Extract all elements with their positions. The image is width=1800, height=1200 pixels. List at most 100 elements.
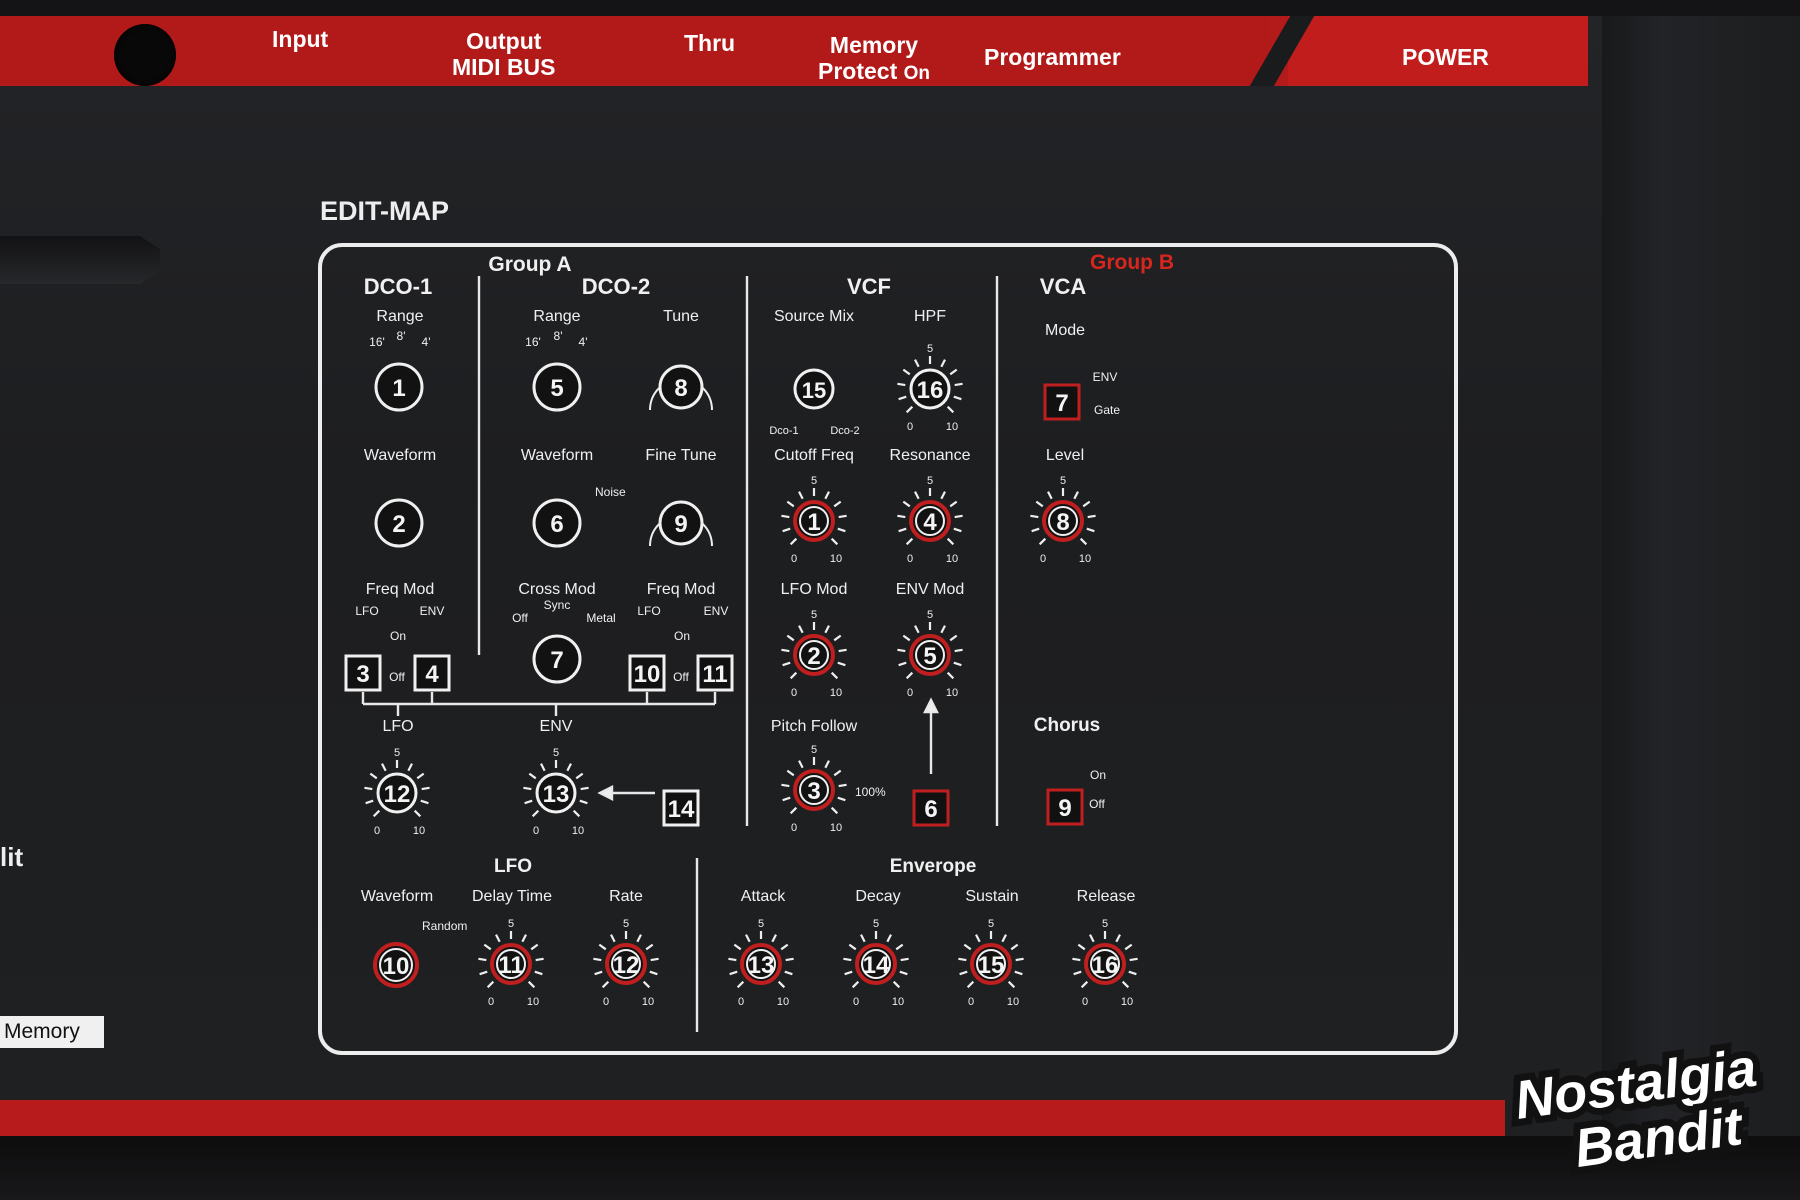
dco2-cross-mod-knob[interactable]: 7 xyxy=(532,634,582,684)
group-b-label: Group B xyxy=(1090,251,1174,274)
panel-label: On xyxy=(390,629,406,643)
knob-number: 15 xyxy=(978,952,1005,979)
lfo-delay-knob[interactable]: 5 0 10 11 xyxy=(478,918,544,1008)
scale-label: 0 xyxy=(533,825,539,837)
panel-label: Release xyxy=(1077,888,1136,905)
panel-label: Rate xyxy=(609,888,643,905)
vcf-source-mix-knob[interactable]: 15 xyxy=(793,368,835,410)
scale-label: 5 xyxy=(1102,918,1108,930)
knob-number: 3 xyxy=(807,778,820,805)
vcf-env-mod-knob[interactable]: 5 0 10 5 xyxy=(897,609,963,699)
knob-number: 16 xyxy=(917,377,944,404)
scale-label: 0 xyxy=(791,687,797,699)
panel-label: ENV xyxy=(420,604,445,618)
dco2-env-button[interactable]: 11 xyxy=(696,654,734,692)
lfo-title: LFO xyxy=(494,856,532,877)
scale-label: 0 xyxy=(488,996,494,1008)
lfo-mod-source-knob[interactable]: 5 0 10 12 xyxy=(364,747,430,837)
dco1-lfo-button[interactable]: 3 xyxy=(344,654,382,692)
env-release-knob[interactable]: 5 0 10 16 xyxy=(1072,918,1138,1008)
chorus-button[interactable]: 9 xyxy=(1046,788,1084,826)
env-decay-knob[interactable]: 5 0 10 14 xyxy=(843,918,909,1008)
scale-label: 0 xyxy=(907,687,913,699)
vca-title: VCA xyxy=(1040,274,1087,299)
knob-number: 1 xyxy=(807,509,820,536)
knob-number: 13 xyxy=(748,952,775,979)
env-polarity-button[interactable]: 14 xyxy=(662,789,700,827)
scale-label: 0 xyxy=(791,553,797,565)
scale-label: 0 xyxy=(968,996,974,1008)
panel-label: 4' xyxy=(579,335,588,349)
panel-label: LFO Mod xyxy=(781,581,848,598)
scale-label: 0 xyxy=(374,825,380,837)
scale-label: 10 xyxy=(946,687,958,699)
panel-label: Off xyxy=(673,670,689,684)
nostalgia-bandit-logo: Nostalgia Bandit xyxy=(1504,1040,1767,1186)
panel-label: Noise xyxy=(595,485,626,499)
scale-label: 0 xyxy=(603,996,609,1008)
button-number: 11 xyxy=(702,661,727,688)
knob-number: 2 xyxy=(807,643,820,670)
panel-label: Gate xyxy=(1094,403,1120,417)
scale-label: 10 xyxy=(830,553,842,565)
dco1-range-knob[interactable]: 1 xyxy=(374,362,424,412)
scale-label: 10 xyxy=(946,553,958,565)
scale-label: 10 xyxy=(946,421,958,433)
knob-number: 12 xyxy=(613,952,640,979)
dco2-lfo-button[interactable]: 10 xyxy=(628,654,666,692)
knob-number: 15 xyxy=(802,378,826,403)
knob-number: 14 xyxy=(863,952,890,979)
panel-label: HPF xyxy=(914,308,946,325)
env-sustain-knob[interactable]: 5 0 10 15 xyxy=(958,918,1024,1008)
env-mod-source-knob[interactable]: 5 0 10 13 xyxy=(523,747,589,837)
scale-label: 0 xyxy=(853,996,859,1008)
vcf-pitch-follow-knob[interactable]: 5 0 10 3 xyxy=(781,744,847,834)
edit-map-diagram: Group A Group B DCO-1 Range 16' 8' 4' 1 Waveform… xyxy=(344,251,1174,1032)
scale-label: 10 xyxy=(527,996,539,1008)
button-number: 10 xyxy=(634,661,661,688)
dco2-waveform-knob[interactable]: 6 xyxy=(532,498,582,548)
panel-label: Tune xyxy=(663,308,699,325)
dco2-fine-tune-knob[interactable]: 9 xyxy=(658,500,704,546)
panel-label: Chorus xyxy=(1034,715,1101,736)
dco1-waveform-knob[interactable]: 2 xyxy=(374,498,424,548)
panel-label: Waveform xyxy=(364,447,436,464)
panel-label: Metal xyxy=(586,611,615,625)
knob-number: 8 xyxy=(674,375,687,402)
dco2-tune-knob[interactable]: 8 xyxy=(658,364,704,410)
panel-label: LFO xyxy=(637,604,660,618)
vcf-cutoff-knob[interactable]: 5 0 10 1 xyxy=(781,475,847,565)
panel-label: Mode xyxy=(1045,322,1085,339)
vcf-env-polarity-button[interactable]: 6 xyxy=(912,789,950,827)
scale-label: 5 xyxy=(553,747,559,759)
panel-label: Sync xyxy=(544,598,571,612)
panel-label: Waveform xyxy=(521,447,593,464)
lfo-waveform-knob[interactable]: 10 xyxy=(373,942,419,988)
dco1-env-button[interactable]: 4 xyxy=(413,654,451,692)
env-attack-knob[interactable]: 5 0 10 13 xyxy=(728,918,794,1008)
vcf-resonance-knob[interactable]: 5 0 10 4 xyxy=(897,475,963,565)
panel-label: 8' xyxy=(554,329,563,343)
scale-label: 10 xyxy=(1079,553,1091,565)
knob-number: 2 xyxy=(392,511,405,538)
panel-label: Resonance xyxy=(890,447,971,464)
lfo-rate-knob[interactable]: 5 0 10 12 xyxy=(593,918,659,1008)
panel-label: Dco-2 xyxy=(830,425,859,437)
panel-label: Dco-1 xyxy=(769,425,798,437)
vca-mode-button[interactable]: 7 xyxy=(1043,383,1081,421)
button-number: 3 xyxy=(356,661,369,688)
vca-level-knob[interactable]: 5 0 10 8 xyxy=(1030,475,1096,565)
vcf-lfo-mod-knob[interactable]: 5 0 10 2 xyxy=(781,609,847,699)
scale-label: 5 xyxy=(508,918,514,930)
group-a-label: Group A xyxy=(488,253,571,276)
vcf-hpf-knob[interactable]: 5 0 10 16 xyxy=(897,343,963,433)
panel-label: Range xyxy=(533,308,580,325)
scale-label: 10 xyxy=(1121,996,1133,1008)
panel-label: Freq Mod xyxy=(647,581,715,598)
scale-label: 10 xyxy=(413,825,425,837)
knob-number: 8 xyxy=(1056,509,1069,536)
dco1-title: DCO-1 xyxy=(364,274,432,299)
knob-number: 9 xyxy=(674,511,687,538)
knob-number: 12 xyxy=(384,781,411,808)
dco2-range-knob[interactable]: 5 xyxy=(532,362,582,412)
